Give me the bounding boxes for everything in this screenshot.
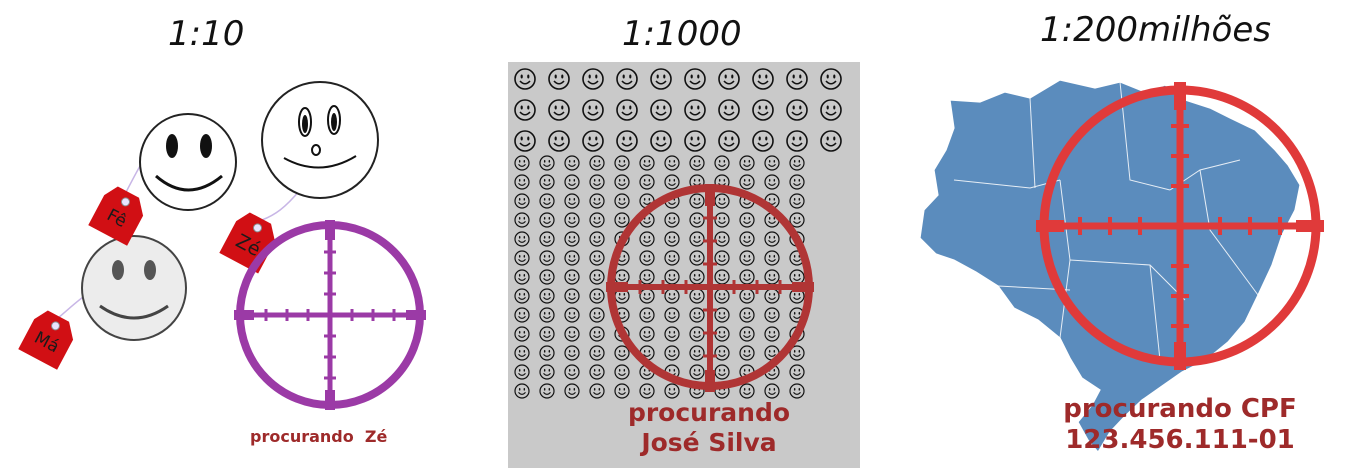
caption-cpf-number: 123.456.111-01 [1065, 425, 1295, 455]
smiley-face-icon [718, 99, 740, 121]
smiley-face-icon [589, 155, 605, 171]
smiley-face-icon [639, 155, 655, 171]
smiley-face-icon [582, 130, 604, 152]
smiley-face-icon [739, 155, 755, 171]
smiley-face-icon [820, 130, 842, 152]
smiley-face-icon [564, 269, 580, 285]
smiley-face-icon [514, 193, 530, 209]
smiley-face-icon [564, 307, 580, 323]
smiley-face-icon [564, 212, 580, 228]
smiley-face-icon-ze [261, 81, 379, 199]
smiley-face-icon [514, 212, 530, 228]
smiley-face-icon [514, 130, 536, 152]
smiley-face-icon [539, 364, 555, 380]
smiley-face-icon [614, 155, 630, 171]
price-tag-icon-ma: Má [18, 310, 74, 370]
smiley-face-icon [752, 99, 774, 121]
smiley-face-icon [514, 288, 530, 304]
smiley-face-icon [548, 68, 570, 90]
caption-procurando-label: procurando [627, 398, 791, 427]
smiley-face-icon [564, 155, 580, 171]
smiley-face-icon [752, 68, 774, 90]
smiley-face-icon [514, 383, 530, 399]
smiley-face-icon [564, 250, 580, 266]
smiley-face-icon [582, 99, 604, 121]
smiley-face-icon [514, 155, 530, 171]
smiley-face-icon [786, 130, 808, 152]
smiley-face-icon [820, 68, 842, 90]
caption-procurando-cpf: procurando CPF 123.456.111-01 [1010, 394, 1350, 456]
smiley-face-icon [684, 99, 706, 121]
smiley-face-icon [564, 383, 580, 399]
smiley-face-icon [539, 383, 555, 399]
smiley-face-icon [548, 130, 570, 152]
smiley-face-icon [514, 174, 530, 190]
smiley-face-icon [786, 99, 808, 121]
smiley-face-icon [684, 68, 706, 90]
smiley-face-icon [650, 68, 672, 90]
smiley-face-icon [714, 155, 730, 171]
smiley-face-icon [539, 269, 555, 285]
smiley-face-icon-ma [81, 235, 187, 341]
smiley-face-icon [514, 99, 536, 121]
smiley-face-icon [539, 345, 555, 361]
smiley-face-icon [616, 68, 638, 90]
smiley-face-icon [539, 212, 555, 228]
smiley-face-icon [514, 250, 530, 266]
smiley-face-icon [514, 269, 530, 285]
smiley-face-icon [514, 68, 536, 90]
smiley-face-icon [786, 68, 808, 90]
smiley-face-icon [689, 155, 705, 171]
smiley-face-icon-fe [139, 113, 237, 211]
smiley-face-icon [539, 307, 555, 323]
crosshair-icon-darkred [606, 184, 814, 392]
smiley-face-icon [539, 250, 555, 266]
smiley-face-icon [582, 68, 604, 90]
smiley-face-icon [764, 155, 780, 171]
smiley-face-icon [564, 364, 580, 380]
smiley-face-icon [548, 99, 570, 121]
smiley-face-icon [539, 231, 555, 247]
smiley-face-icon [789, 155, 805, 171]
smiley-face-icon [514, 364, 530, 380]
smiley-face-icon [564, 345, 580, 361]
smiley-face-icon [539, 155, 555, 171]
smiley-face-icon [752, 130, 774, 152]
smiley-face-icon [539, 288, 555, 304]
crosshair-icon-red [1036, 82, 1324, 370]
smiley-face-icon [564, 193, 580, 209]
smiley-face-icon [564, 231, 580, 247]
smiley-face-icon [684, 130, 706, 152]
smiley-face-icon [664, 155, 680, 171]
caption-target-name: Zé [364, 427, 388, 446]
smiley-face-icon [539, 174, 555, 190]
smiley-face-icon [564, 174, 580, 190]
smiley-face-icon [718, 130, 740, 152]
smiley-face-icon [820, 99, 842, 121]
smiley-face-icon [539, 193, 555, 209]
scale-title-1-200milhoes: 1:200milhões [1040, 10, 1271, 50]
caption-procurando-jose-silva: procurando José Silva [560, 398, 858, 458]
smiley-face-icon [514, 231, 530, 247]
caption-procurando-label: procurando [250, 427, 354, 446]
caption-procurando-ze: procurando Zé [250, 427, 387, 446]
smiley-face-icon [539, 326, 555, 342]
smiley-face-icon [650, 99, 672, 121]
smiley-face-icon [564, 288, 580, 304]
smiley-face-icon [718, 68, 740, 90]
caption-procurando-label: procurando CPF [1063, 394, 1297, 424]
smiley-face-icon [650, 130, 672, 152]
scale-title-1-1000: 1:1000 [622, 14, 742, 54]
smiley-face-icon [616, 130, 638, 152]
smiley-face-icon [514, 326, 530, 342]
smiley-face-icon [616, 99, 638, 121]
caption-target-name: José Silva [641, 428, 777, 457]
smiley-face-icon [514, 307, 530, 323]
smiley-face-icon [514, 345, 530, 361]
smiley-face-icon [564, 326, 580, 342]
panel-small-scale: Fê Zé Má [18, 81, 426, 410]
